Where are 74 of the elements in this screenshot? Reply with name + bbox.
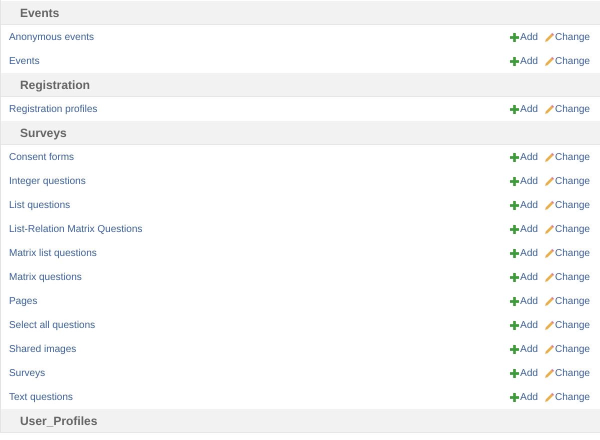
plus-icon — [510, 392, 520, 402]
pencil-icon — [544, 368, 554, 378]
section-heading: User_Profiles — [20, 412, 98, 430]
model-link[interactable]: Registration profiles — [9, 102, 98, 116]
pencil-icon — [544, 32, 554, 42]
pencil-icon — [544, 104, 554, 114]
plus-icon — [510, 320, 520, 330]
add-link[interactable]: Add — [510, 54, 538, 68]
add-link[interactable]: Add — [510, 246, 538, 260]
section-heading: Registration — [20, 76, 90, 94]
change-link[interactable]: Change — [544, 318, 590, 332]
change-link[interactable]: Change — [544, 102, 590, 116]
model-link[interactable]: List questions — [9, 198, 70, 212]
plus-icon — [510, 224, 520, 234]
plus-icon — [510, 296, 520, 306]
plus-icon — [510, 200, 520, 210]
add-link[interactable]: Add — [510, 390, 538, 404]
add-link[interactable]: Add — [510, 366, 538, 380]
add-link[interactable]: Add — [510, 198, 538, 212]
model-link[interactable]: Matrix list questions — [9, 246, 97, 260]
change-link[interactable]: Change — [544, 342, 590, 356]
add-link[interactable]: Add — [510, 318, 538, 332]
model-link[interactable]: Consent forms — [9, 150, 74, 164]
model-link[interactable]: Select all questions — [9, 318, 96, 332]
plus-icon — [510, 104, 520, 114]
change-link[interactable]: Change — [544, 366, 590, 380]
change-link[interactable]: Change — [544, 246, 590, 260]
section-heading: Surveys — [20, 124, 67, 142]
model-link[interactable]: Text questions — [9, 390, 73, 404]
plus-icon — [510, 152, 520, 162]
add-link[interactable]: Add — [510, 30, 538, 44]
add-link[interactable]: Add — [510, 342, 538, 356]
plus-icon — [510, 344, 520, 354]
model-link[interactable]: Integer questions — [9, 174, 86, 188]
change-link[interactable]: Change — [544, 174, 590, 188]
add-link[interactable]: Add — [510, 222, 538, 236]
model-link[interactable]: Surveys — [9, 366, 46, 380]
change-link[interactable]: Change — [544, 294, 590, 308]
add-link[interactable]: Add — [510, 294, 538, 308]
change-link[interactable]: Change — [544, 270, 590, 284]
pencil-icon — [544, 248, 554, 258]
model-link[interactable]: Shared images — [9, 342, 76, 356]
section-heading: Events — [20, 4, 60, 22]
add-link[interactable]: Add — [510, 102, 538, 116]
add-link[interactable]: Add — [510, 150, 538, 164]
plus-icon — [510, 272, 520, 282]
change-link[interactable]: Change — [544, 198, 590, 212]
model-link[interactable]: Anonymous events — [9, 30, 94, 44]
pencil-icon — [544, 320, 554, 330]
add-link[interactable]: Add — [510, 270, 538, 284]
model-link[interactable]: List-Relation Matrix Questions — [9, 222, 142, 236]
change-link[interactable]: Change — [544, 390, 590, 404]
plus-icon — [510, 56, 520, 66]
pencil-icon — [544, 344, 554, 354]
change-link[interactable]: Change — [544, 54, 590, 68]
add-link[interactable]: Add — [510, 174, 538, 188]
pencil-icon — [544, 56, 554, 66]
model-link[interactable]: Pages — [9, 294, 38, 308]
pencil-icon — [544, 272, 554, 282]
plus-icon — [510, 32, 520, 42]
model-link[interactable]: Matrix questions — [9, 270, 82, 284]
pencil-icon — [544, 296, 554, 306]
change-link[interactable]: Change — [544, 30, 590, 44]
pencil-icon — [544, 392, 554, 402]
model-link[interactable]: Events — [9, 54, 40, 68]
plus-icon — [510, 368, 520, 378]
change-link[interactable]: Change — [544, 222, 590, 236]
pencil-icon — [544, 176, 554, 186]
change-link[interactable]: Change — [544, 150, 590, 164]
pencil-icon — [544, 200, 554, 210]
pencil-icon — [544, 152, 554, 162]
pencil-icon — [544, 224, 554, 234]
plus-icon — [510, 176, 520, 186]
plus-icon — [510, 248, 520, 258]
